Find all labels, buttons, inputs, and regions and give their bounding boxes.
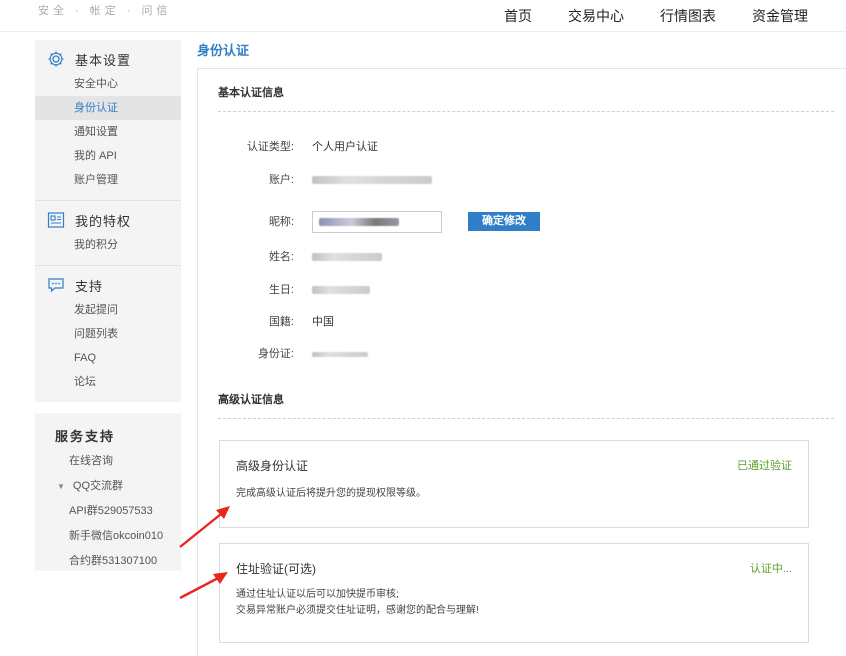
field-name: 姓名:: [198, 246, 846, 268]
sidebar-item-identity[interactable]: 身份认证: [35, 96, 181, 120]
address-verification-card[interactable]: 住址验证(可选) 认证中... 通过住址认证以后可以加快提币审核; 交易异常账户…: [219, 543, 809, 643]
advanced-id-desc: 完成高级认证后将提升您的提现权限等级。: [236, 488, 426, 499]
privilege-icon: [47, 211, 65, 229]
address-verification-status: 认证中...: [749, 563, 792, 575]
sidebar-item-security-center[interactable]: 安全中心: [35, 72, 181, 96]
auth-type-value: 个人用户认证: [312, 141, 378, 153]
main-panel: 基本认证信息 认证类型: 个人用户认证 账户: 昵称: 确定修改 姓名: 生日:…: [197, 68, 846, 656]
divider: [218, 111, 834, 112]
confirm-change-button[interactable]: 确定修改: [468, 212, 540, 231]
sidebar-group-privilege: 我的特权 我的积分: [35, 201, 181, 266]
sidebar-item-question-list[interactable]: 问题列表: [35, 322, 181, 346]
basic-info-title: 基本认证信息: [218, 87, 284, 99]
field-account: 账户:: [198, 169, 846, 191]
service-online-consult[interactable]: 在线咨询: [35, 449, 181, 474]
advanced-id-status: 已通过验证: [737, 460, 792, 472]
top-bar: 安全 · 帐定 · 问信 首页 交易中心 行情图表 资金管理: [0, 0, 846, 32]
service-api-group: API群529057533: [69, 505, 153, 517]
sidebar-item-my-api[interactable]: 我的 API: [35, 144, 181, 168]
service-qq-group[interactable]: ▼ QQ交流群: [35, 474, 181, 499]
address-verification-desc-1: 通过住址认证以后可以加快提币审核;: [236, 589, 399, 600]
name-value-blurred: [312, 246, 382, 268]
divider: [218, 418, 834, 419]
sidebar-item-account-management[interactable]: 账户管理: [35, 168, 181, 192]
service-support-panel: 服务支持 在线咨询 ▼ QQ交流群 API群529057533 新手微信okcoi…: [35, 413, 181, 571]
field-birthday: 生日:: [198, 279, 846, 301]
chat-icon: [47, 276, 65, 294]
caret-down-icon: ▼: [57, 482, 65, 491]
top-nav: 首页 交易中心 行情图表 资金管理: [504, 6, 808, 26]
sidebar-item-forum[interactable]: 论坛: [35, 370, 181, 394]
birthday-value-blurred: [312, 279, 370, 301]
sidebar-group-support: 支持 发起提问 问题列表 FAQ 论坛: [35, 266, 181, 402]
advanced-info-title: 高级认证信息: [218, 394, 284, 406]
nav-trading-center[interactable]: 交易中心: [568, 6, 624, 26]
nickname-input[interactable]: [312, 211, 442, 233]
sidebar: 基本设置 安全中心 身份认证 通知设置 我的 API 账户管理 我的特权 我的积…: [35, 40, 181, 402]
nav-fund-management[interactable]: 资金管理: [752, 6, 808, 26]
top-bar-faded-text: 安全 · 帐定 · 问信: [38, 5, 172, 17]
red-arrow-icon: [179, 572, 228, 600]
field-auth-type: 认证类型: 个人用户认证: [198, 136, 846, 158]
sidebar-item-notifications[interactable]: 通知设置: [35, 120, 181, 144]
nav-market-charts[interactable]: 行情图表: [660, 6, 716, 26]
field-idcard: 身份证:: [198, 343, 846, 365]
sidebar-item-faq[interactable]: FAQ: [35, 346, 181, 370]
page-title: 身份认证: [197, 43, 250, 58]
service-wechat: 新手微信okcoin010: [69, 530, 164, 542]
sidebar-item-ask-question[interactable]: 发起提问: [35, 298, 181, 322]
sidebar-item-my-points[interactable]: 我的积分: [35, 233, 181, 257]
sidebar-group-title: 支持: [35, 272, 181, 298]
advanced-id-title: 高级身份认证: [236, 459, 309, 473]
gear-icon: [47, 50, 65, 68]
sidebar-group-title: 我的特权: [35, 207, 181, 233]
nationality-value: 中国: [312, 316, 334, 328]
address-verification-title: 住址验证(可选): [236, 562, 316, 576]
idcard-value-blurred: [312, 343, 368, 365]
nav-home[interactable]: 首页: [504, 6, 532, 26]
sidebar-group-basic: 基本设置 安全中心 身份认证 通知设置 我的 API 账户管理: [35, 40, 181, 201]
account-value-blurred: [312, 169, 432, 191]
service-contract-group: 合约群531307100: [69, 555, 158, 567]
service-support-title: 服务支持: [55, 429, 116, 444]
advanced-id-card[interactable]: 高级身份认证 已通过验证 完成高级认证后将提升您的提现权限等级。: [219, 440, 809, 528]
field-nationality: 国籍: 中国: [198, 311, 846, 333]
address-verification-desc-2: 交易异常账户必须提交住址证明，感谢您的配合与理解!: [236, 605, 479, 616]
red-arrow-icon: [179, 506, 230, 548]
sidebar-group-title: 基本设置: [35, 46, 181, 72]
